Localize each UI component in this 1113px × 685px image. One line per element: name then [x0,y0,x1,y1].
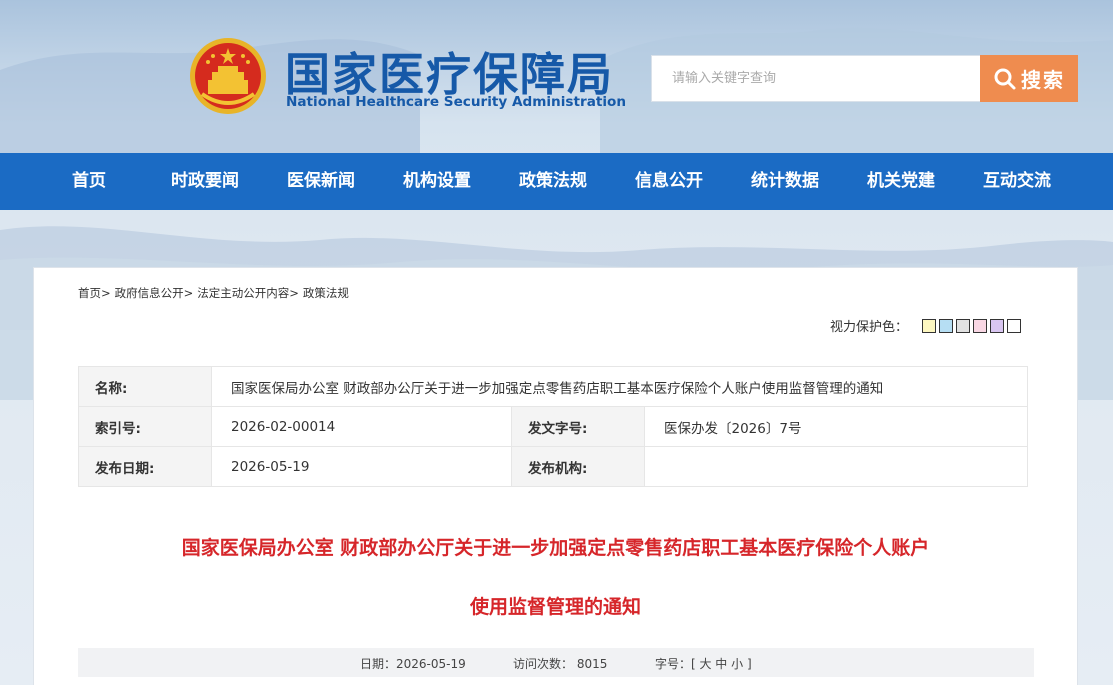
nav-item-organization[interactable]: 机构设置 [403,153,471,210]
site-subtitle: National Healthcare Security Administrat… [286,94,627,110]
swatch-white[interactable] [1007,318,1022,333]
main-nav: 首页 时政要闻 医保新闻 机构设置 政策法规 信息公开 统计数据 机关党建 互动… [0,153,1113,210]
swatch-purple[interactable] [990,318,1005,333]
breadcrumb-legal-content[interactable]: 法定主动公开内容> [197,286,299,300]
info-row-date: 发布日期: 2026-05-19 发布机构: [78,446,1028,487]
search-icon [993,67,1017,91]
org-value [644,446,1028,487]
breadcrumb-home[interactable]: 首页> [78,286,111,300]
nav-item-disclosure[interactable]: 信息公开 [635,153,703,210]
nav-item-party[interactable]: 机关党建 [867,153,935,210]
site-header: 国家医疗保障局 National Healthcare Security Adm… [0,0,1113,153]
date-label: 发布日期: [78,446,212,487]
nav-item-home[interactable]: 首页 [72,153,106,210]
breadcrumb-policy[interactable]: 政策法规 [303,286,349,300]
breadcrumb: 首页> 政府信息公开> 法定主动公开内容> 政策法规 [78,285,353,301]
name-label: 名称: [78,366,212,407]
content-card: 首页> 政府信息公开> 法定主动公开内容> 政策法规 视力保护色： 名称: 国家医保局… [33,267,1078,685]
swatch-blue[interactable] [939,318,954,333]
breadcrumb-disclosure[interactable]: 政府信息公开> [115,286,194,300]
eye-protection-colors: 视力保护色： [830,316,1022,335]
date-value: 2026-05-19 [211,446,512,487]
docno-value: 医保办发〔2026〕7号 [644,406,1028,447]
swatch-yellow[interactable] [922,318,937,333]
org-label: 发布机构: [511,446,645,487]
search-input[interactable] [651,55,981,102]
nav-item-interaction[interactable]: 互动交流 [983,153,1051,210]
name-value: 国家医保局办公室 财政部办公厅关于进一步加强定点零售药店职工基本医疗保险个人账户… [211,366,1028,407]
meta-visits: 访问次数： 8015 [513,657,608,671]
index-label: 索引号: [78,406,212,447]
swatch-pink[interactable] [973,318,988,333]
info-row-index: 索引号: 2026-02-00014 发文字号: 医保办发〔2026〕7号 [78,406,1028,447]
search-button-label: 搜索 [1021,68,1065,92]
document-meta-bar: 日期：2026-05-19 访问次数： 8015 字号：[ 大 中 小 ] [78,648,1034,677]
nav-item-healthcare-news[interactable]: 医保新闻 [287,153,355,210]
font-size-selector[interactable]: 字号：[ 大 中 小 ] [655,655,752,672]
docno-label: 发文字号: [511,406,645,447]
eye-protection-label: 视力保护色： [830,320,909,335]
meta-date: 日期：2026-05-19 [360,657,466,671]
search-button[interactable]: 搜索 [980,55,1078,102]
nav-item-policy[interactable]: 政策法规 [519,153,587,210]
nav-item-statistics[interactable]: 统计数据 [751,153,819,210]
index-value: 2026-02-00014 [211,406,512,447]
document-info-table: 名称: 国家医保局办公室 财政部办公厅关于进一步加强定点零售药店职工基本医疗保险… [78,366,1028,487]
nav-item-news[interactable]: 时政要闻 [171,153,239,210]
national-emblem-icon [188,36,268,116]
info-row-name: 名称: 国家医保局办公室 财政部办公厅关于进一步加强定点零售药店职工基本医疗保险… [78,366,1028,407]
document-title-line1: 国家医保局办公室 财政部办公厅关于进一步加强定点零售药店职工基本医疗保险个人账户 [181,537,930,559]
document-title-line2: 使用监督管理的通知 [469,596,641,618]
swatch-gray[interactable] [956,318,971,333]
